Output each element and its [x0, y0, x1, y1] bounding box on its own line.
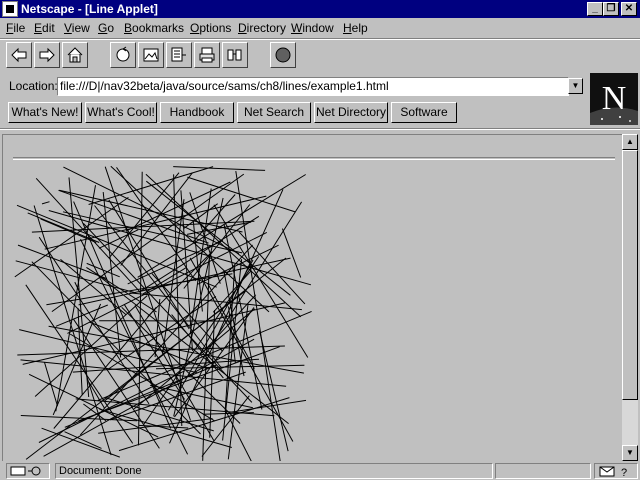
help-icon: ?	[621, 467, 627, 477]
header-separator	[0, 128, 640, 130]
title-bar: Netscape - [Line Applet] _ ❐ ✕	[0, 0, 640, 18]
open-icon	[171, 47, 186, 62]
minimize-button[interactable]: _	[587, 2, 603, 16]
stop-button[interactable]	[270, 42, 296, 68]
menu-window-label: indow	[302, 21, 334, 35]
status-bar: Document: Done ?	[0, 462, 640, 480]
status-text: Document: Done	[55, 463, 493, 479]
menu-edit-accel: E	[34, 21, 43, 35]
security-key-icon	[10, 466, 41, 476]
menu-directory-label: irectory	[246, 21, 287, 35]
stop-icon	[275, 47, 291, 63]
applet-line	[44, 362, 58, 407]
mail-icon: ?	[599, 466, 627, 477]
menu-view-accel: V	[64, 21, 72, 35]
close-button[interactable]: ✕	[621, 2, 637, 16]
menu-bookmarks-accel: B	[124, 21, 133, 35]
applet-line	[41, 427, 120, 458]
netscape-logo-icon: N	[590, 73, 638, 125]
find-button[interactable]	[222, 42, 248, 68]
applet-line	[48, 210, 312, 286]
net-search-button[interactable]: Net Search	[237, 102, 311, 123]
menu-bookmarks[interactable]: Bookmarks	[123, 20, 185, 36]
applet-line	[20, 359, 287, 387]
location-bar: Location: file:///D|/nav32beta/java/sour…	[0, 74, 590, 98]
menu-view[interactable]: View	[63, 20, 91, 36]
logo-letter: N	[602, 80, 627, 117]
net-directory-button[interactable]: Net Directory	[314, 102, 388, 123]
menu-view-label: iew	[71, 21, 90, 35]
find-icon	[227, 49, 242, 61]
menu-edit[interactable]: Edit	[33, 20, 56, 36]
menu-bookmarks-label: ookmarks	[132, 21, 185, 35]
toolbar	[0, 40, 640, 72]
horizontal-rule	[13, 157, 615, 160]
forward-button[interactable]	[34, 42, 60, 68]
whats-cool-button[interactable]: What's Cool!	[85, 102, 157, 123]
menu-options-accel: O	[190, 21, 200, 35]
location-label: Location:	[9, 79, 58, 93]
applet-line	[129, 292, 302, 311]
applet-line	[98, 418, 213, 434]
menu-help-accel: H	[343, 21, 352, 35]
line-applet-canvas	[14, 165, 312, 461]
directory-buttons: What's New! What's Cool! Handbook Net Se…	[0, 100, 590, 126]
window-title: Netscape - [Line Applet]	[21, 2, 158, 16]
print-button[interactable]	[194, 42, 220, 68]
applet-line	[281, 228, 302, 278]
applet-line	[108, 199, 190, 330]
mail-help-panel[interactable]: ?	[594, 463, 638, 479]
reload-icon	[116, 46, 130, 62]
applet-line	[55, 185, 96, 412]
applet-line	[41, 201, 50, 205]
back-icon	[11, 47, 27, 63]
handbook-button[interactable]: Handbook	[160, 102, 234, 123]
applet-line	[15, 260, 136, 294]
menu-directory-accel: D	[238, 21, 247, 35]
applet-line	[35, 177, 141, 293]
menu-go-label: o	[107, 21, 115, 35]
scroll-thumb[interactable]	[622, 150, 638, 400]
menu-file-label: ile	[13, 21, 26, 35]
applet-line	[99, 408, 232, 448]
reload-button[interactable]	[110, 42, 136, 68]
open-button[interactable]	[166, 42, 192, 68]
software-button[interactable]: Software	[391, 102, 457, 123]
netscape-app-icon[interactable]	[2, 1, 18, 17]
menu-window[interactable]: Window	[290, 20, 335, 36]
menu-window-accel: W	[291, 21, 303, 35]
home-button[interactable]	[62, 42, 88, 68]
page-content	[2, 134, 622, 461]
menu-edit-label: dit	[42, 21, 55, 35]
whats-new-button[interactable]: What's New!	[8, 102, 82, 123]
menu-help[interactable]: Help	[342, 20, 369, 36]
scroll-up-button[interactable]: ▲	[622, 134, 638, 150]
menu-help-label: elp	[351, 21, 368, 35]
home-icon	[67, 47, 83, 63]
applet-line	[173, 166, 266, 171]
restore-button[interactable]: ❐	[603, 2, 619, 16]
security-panel[interactable]	[6, 463, 50, 479]
scroll-down-button[interactable]: ▼	[622, 445, 638, 461]
images-button[interactable]	[138, 42, 164, 68]
menu-file[interactable]: File	[5, 20, 26, 36]
images-icon	[143, 48, 159, 62]
vertical-scrollbar[interactable]: ▲ ▼	[622, 134, 638, 461]
netscape-logo[interactable]: N	[590, 73, 638, 125]
print-icon	[199, 47, 215, 63]
menu-directory[interactable]: Directory	[237, 20, 287, 36]
menu-options-label: ptions	[199, 21, 232, 35]
location-dropdown-button[interactable]: ▼	[568, 78, 583, 94]
menu-go-accel: G	[98, 21, 108, 35]
menu-go[interactable]: Go	[97, 20, 115, 36]
progress-panel	[495, 463, 591, 479]
location-url-field[interactable]: file:///D|/nav32beta/java/source/sams/ch…	[57, 77, 569, 96]
forward-icon	[39, 47, 55, 63]
menu-bar: File Edit View Go Bookmarks Options Dire…	[0, 18, 640, 38]
menu-options[interactable]: Options	[189, 20, 232, 36]
back-button[interactable]	[6, 42, 32, 68]
